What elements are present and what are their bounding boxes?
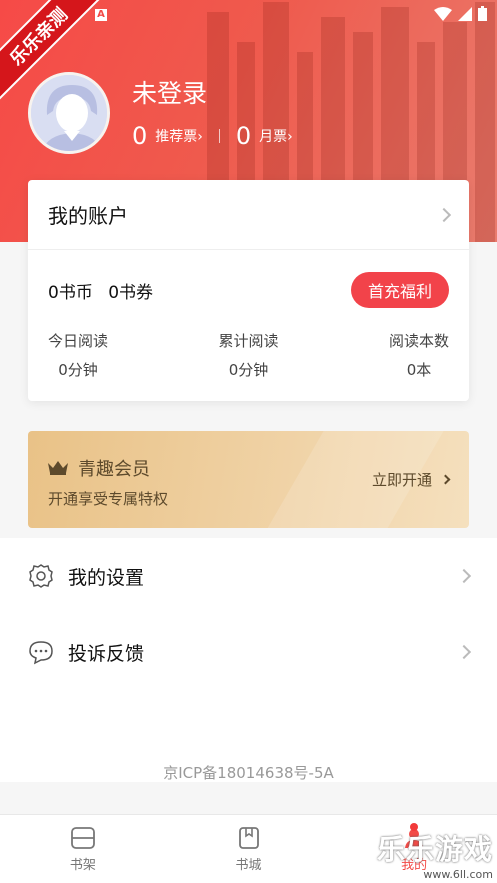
monthly-ticket-link[interactable]: 月票› (259, 126, 293, 146)
tickets-row: 0 推荐票› 0 月票› (132, 122, 293, 150)
vip-title-row: 青趣会员 (48, 455, 150, 481)
settings-left: 我的设置 (28, 563, 144, 590)
my-account-row[interactable]: 我的账户 (28, 180, 469, 250)
vip-open-button[interactable]: 立即开通 (371, 469, 451, 490)
settings-row[interactable]: 我的设置 (0, 538, 497, 614)
signal-icon (458, 6, 472, 21)
avatar[interactable] (28, 72, 110, 154)
feedback-label: 投诉反馈 (68, 642, 145, 665)
login-status[interactable]: 未登录 (132, 74, 207, 110)
book-coins: 0书币 (48, 282, 93, 303)
vip-open-label: 立即开通 (371, 471, 432, 489)
settings-label: 我的设置 (68, 566, 145, 589)
stat-value: 0本 (406, 361, 432, 379)
settings-icon (29, 564, 53, 588)
tab-label: 书城 (235, 857, 262, 873)
recommend-ticket-label: 推荐票 (155, 129, 198, 145)
balance-row: 0书币 0书券 首充福利 (28, 250, 469, 330)
tab-bookstore[interactable]: 书城 (166, 815, 332, 883)
icp-license: 京ICP备18014638号-5A (163, 764, 334, 782)
stat-title: 阅读本数 (388, 332, 449, 350)
reading-stats: 今日阅读 0分钟 累计阅读 0分钟 阅读本数 0本 (28, 330, 469, 380)
stat-total: 累计阅读 0分钟 (218, 330, 278, 380)
watermark-url: www.6ll.com (423, 868, 493, 881)
feedback-left: 投诉反馈 (28, 639, 144, 666)
monthly-ticket-label: 月票 (259, 129, 288, 145)
stat-title: 累计阅读 (218, 332, 279, 350)
notification-icon: A (95, 9, 107, 21)
tab-label: 书架 (69, 857, 96, 873)
menu-list: 我的设置 投诉反馈 (0, 538, 497, 782)
chevron-right-icon (436, 207, 452, 222)
my-account-title: 我的账户 (48, 204, 128, 228)
site-watermark: 乐乐游戏 www.6ll.com (377, 828, 493, 881)
stat-title: 今日阅读 (48, 332, 109, 350)
chevron-right-icon (456, 644, 472, 660)
account-card: 我的账户 0书币 0书券 首充福利 今日阅读 0分钟 累计阅读 0分钟 阅读本数… (28, 180, 469, 401)
stat-today: 今日阅读 0分钟 (48, 330, 108, 380)
monthly-ticket-count: 0 (235, 122, 252, 150)
vip-title: 青趣会员 (78, 459, 150, 480)
bookstore-icon (238, 826, 259, 849)
first-recharge-button[interactable]: 首充福利 (350, 272, 449, 308)
status-bar (434, 6, 487, 21)
wifi-icon (434, 6, 452, 21)
chevron-right-icon (440, 474, 451, 485)
vip-banner[interactable]: 青趣会员 开通享受专属特权 立即开通 (28, 431, 469, 528)
stat-value: 0分钟 (228, 361, 269, 379)
divider (218, 129, 220, 143)
watermark-title: 乐乐游戏 (376, 833, 493, 866)
recommend-ticket-count: 0 (132, 122, 148, 150)
feedback-icon (29, 641, 53, 665)
stat-books: 阅读本数 0本 (389, 330, 449, 380)
tab-bookshelf[interactable]: 书架 (0, 815, 166, 883)
balance: 0书币 0书券 (48, 278, 163, 303)
vip-subtitle: 开通享受专属特权 (48, 490, 169, 508)
chevron-right-icon (456, 568, 472, 584)
feedback-row[interactable]: 投诉反馈 (0, 614, 497, 690)
stat-value: 0分钟 (58, 361, 98, 379)
bookshelf-icon (70, 826, 95, 849)
book-coupons: 0书券 (108, 282, 154, 303)
battery-icon (478, 6, 487, 21)
recommend-ticket-link[interactable]: 推荐票› (155, 126, 203, 146)
crown-icon (48, 461, 68, 475)
